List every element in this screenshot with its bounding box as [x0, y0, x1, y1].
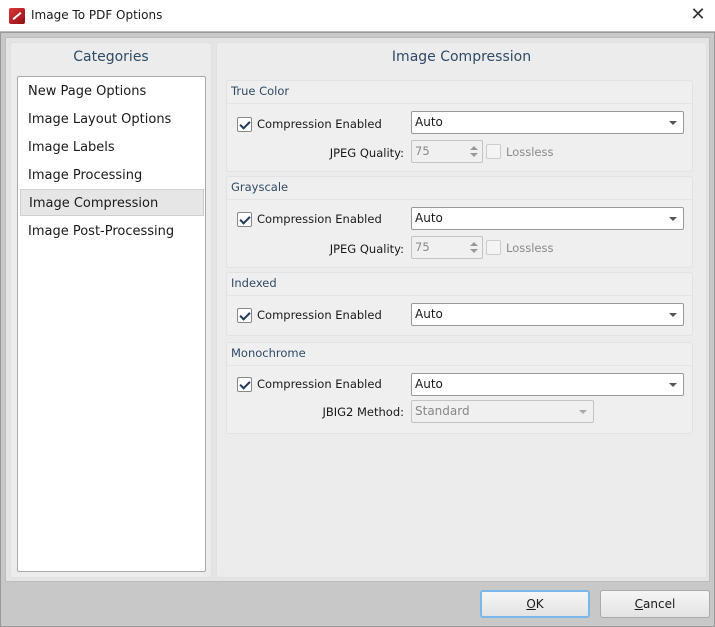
grayscale-compression-checkbox[interactable] [237, 212, 252, 227]
category-image-processing[interactable]: Image Processing [20, 162, 204, 189]
compression-label: Compression Enabled [257, 377, 382, 391]
group-title: Indexed [231, 276, 277, 290]
chevron-down-icon [669, 121, 677, 125]
group-title: Grayscale [231, 180, 289, 194]
chevron-down-icon [669, 313, 677, 317]
chevron-down-icon [669, 217, 677, 221]
title-bar: Image To PDF Options ✕ [0, 0, 715, 32]
true-color-group: True Color Compression Enabled Auto JPEG… [226, 80, 693, 172]
close-icon[interactable]: ✕ [686, 4, 710, 28]
cancel-button[interactable]: Cancel [600, 590, 710, 618]
compression-label: Compression Enabled [257, 308, 382, 322]
app-logo-icon [9, 8, 25, 24]
true-color-quality-spinner[interactable]: 75 [411, 140, 483, 163]
category-image-compression[interactable]: Image Compression [20, 189, 204, 216]
dropdown-value: Auto [415, 307, 443, 321]
spinner-value: 75 [415, 240, 430, 254]
jbig2-method-label: JBIG2 Method: [322, 405, 404, 419]
lossless-label: Lossless [506, 241, 554, 255]
jbig2-method-dropdown[interactable]: Standard [411, 400, 594, 423]
category-image-post-processing[interactable]: Image Post-Processing [20, 218, 204, 245]
monochrome-compression-checkbox[interactable] [237, 377, 252, 392]
true-color-method-dropdown[interactable]: Auto [411, 111, 684, 134]
jpeg-quality-label: JPEG Quality: [329, 146, 404, 160]
cancel-accelerator: C [634, 597, 644, 611]
category-image-layout-options[interactable]: Image Layout Options [20, 106, 204, 133]
dropdown-value: Auto [415, 115, 443, 129]
settings-heading: Image Compression [391, 49, 532, 65]
indexed-method-dropdown[interactable]: Auto [411, 303, 684, 326]
categories-list[interactable]: New Page Options Image Layout Options Im… [17, 76, 206, 572]
grayscale-method-dropdown[interactable]: Auto [411, 207, 684, 230]
monochrome-group: Monochrome Compression Enabled Auto JBIG… [226, 342, 693, 434]
dropdown-value: Auto [415, 211, 443, 225]
spin-up-icon[interactable] [470, 242, 478, 246]
spin-up-icon[interactable] [470, 146, 478, 150]
window-title: Image To PDF Options [31, 8, 163, 22]
spin-down-icon[interactable] [470, 153, 478, 157]
true-color-compression-checkbox[interactable] [237, 117, 252, 132]
category-image-labels[interactable]: Image Labels [20, 134, 204, 161]
ok-accelerator: O [526, 597, 536, 611]
spin-down-icon[interactable] [470, 249, 478, 253]
grayscale-group: Grayscale Compression Enabled Auto JPEG … [226, 176, 693, 268]
dropdown-value: Standard [415, 404, 470, 418]
cancel-label: ancel [643, 597, 676, 611]
ok-button[interactable]: OK [480, 590, 590, 618]
chevron-down-icon [579, 410, 587, 414]
lossless-label: Lossless [506, 145, 554, 159]
spinner-value: 75 [415, 144, 430, 158]
categories-heading: Categories [73, 49, 149, 65]
grayscale-lossless-checkbox[interactable] [486, 240, 501, 255]
group-title: True Color [231, 84, 290, 98]
monochrome-method-dropdown[interactable]: Auto [411, 373, 684, 396]
indexed-group: Indexed Compression Enabled Auto [226, 272, 693, 336]
chevron-down-icon [669, 383, 677, 387]
group-title: Monochrome [231, 346, 306, 360]
grayscale-quality-spinner[interactable]: 75 [411, 236, 483, 259]
compression-label: Compression Enabled [257, 212, 382, 226]
dropdown-value: Auto [415, 377, 443, 391]
category-new-page-options[interactable]: New Page Options [20, 78, 204, 105]
true-color-lossless-checkbox[interactable] [486, 144, 501, 159]
compression-label: Compression Enabled [257, 117, 382, 131]
jpeg-quality-label: JPEG Quality: [329, 242, 404, 256]
ok-label: K [535, 597, 544, 611]
indexed-compression-checkbox[interactable] [237, 308, 252, 323]
